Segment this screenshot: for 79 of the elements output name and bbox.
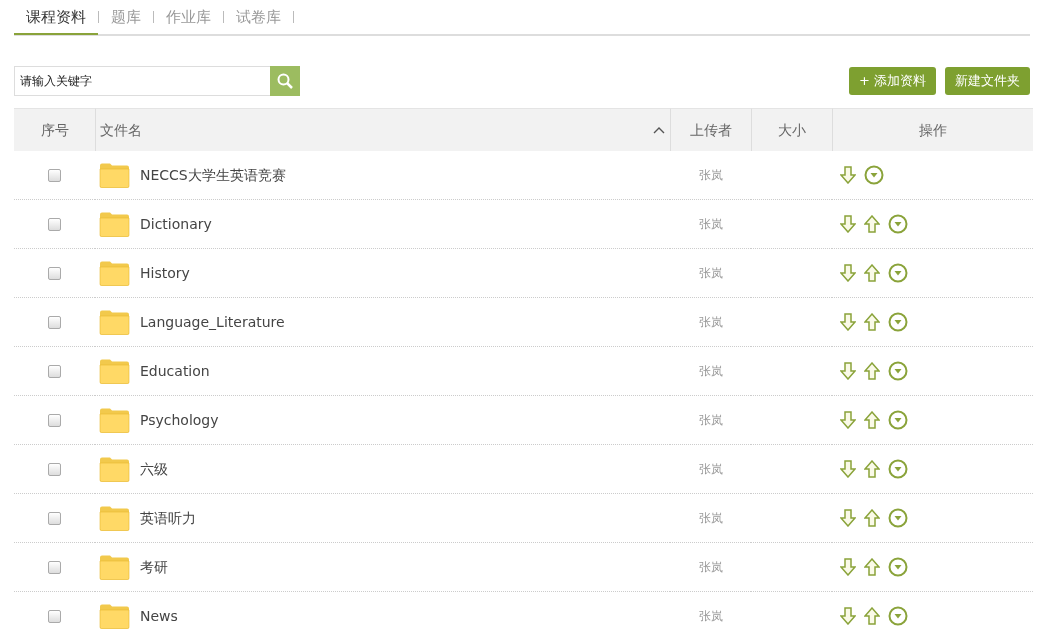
up-arrow-icon[interactable] bbox=[864, 264, 880, 282]
down-arrow-icon[interactable] bbox=[840, 509, 856, 527]
checkbox[interactable] bbox=[48, 364, 61, 378]
folder-icon bbox=[99, 554, 130, 580]
dropdown-circle-icon[interactable] bbox=[888, 557, 908, 577]
folder-name[interactable]: News bbox=[140, 605, 178, 627]
uploader-name: 张岚 bbox=[698, 412, 723, 429]
down-arrow-icon[interactable] bbox=[840, 264, 856, 282]
folder-icon bbox=[99, 211, 130, 237]
checkbox[interactable] bbox=[48, 560, 61, 574]
checkbox[interactable] bbox=[48, 511, 61, 525]
dropdown-circle-icon[interactable] bbox=[888, 459, 908, 479]
folder-icon bbox=[99, 162, 130, 188]
dropdown-circle-icon[interactable] bbox=[888, 263, 908, 283]
checkbox[interactable] bbox=[48, 168, 61, 182]
folder-icon bbox=[99, 456, 130, 482]
down-arrow-icon[interactable] bbox=[840, 558, 856, 576]
up-arrow-icon[interactable] bbox=[864, 558, 880, 576]
folder-icon bbox=[99, 603, 130, 629]
folder-icon bbox=[99, 358, 130, 384]
down-arrow-icon[interactable] bbox=[840, 166, 856, 184]
uploader-name: 张岚 bbox=[698, 167, 723, 184]
column-header: 上传者 bbox=[670, 108, 751, 151]
uploader-name: 张岚 bbox=[698, 510, 723, 527]
folder-name[interactable]: 六级 bbox=[140, 458, 168, 480]
tab[interactable]: 课程资料 bbox=[14, 1, 98, 35]
dropdown-circle-icon[interactable] bbox=[888, 214, 908, 234]
folder-icon bbox=[99, 309, 130, 335]
search-button[interactable] bbox=[270, 66, 300, 96]
dropdown-circle-icon[interactable] bbox=[888, 606, 908, 626]
search-field[interactable]: 请输入关键字 bbox=[14, 66, 270, 96]
folder-name[interactable]: Dictionary bbox=[140, 213, 212, 235]
sort-chevron-icon[interactable] bbox=[652, 125, 666, 135]
down-arrow-icon[interactable] bbox=[840, 362, 856, 380]
search-icon bbox=[277, 73, 293, 89]
folder-name[interactable]: 考研 bbox=[140, 556, 168, 578]
down-arrow-icon[interactable] bbox=[840, 313, 856, 331]
uploader-name: 张岚 bbox=[698, 314, 723, 331]
column-header: 大小 bbox=[751, 108, 832, 151]
down-arrow-icon[interactable] bbox=[840, 411, 856, 429]
checkbox[interactable] bbox=[48, 462, 61, 476]
folder-name[interactable]: History bbox=[140, 262, 190, 284]
up-arrow-icon[interactable] bbox=[864, 215, 880, 233]
up-arrow-icon[interactable] bbox=[864, 362, 880, 380]
down-arrow-icon[interactable] bbox=[840, 460, 856, 478]
folder-name[interactable]: NECCS大学生英语竞赛 bbox=[140, 164, 286, 186]
column-header: 序号 bbox=[14, 108, 95, 151]
folder-name[interactable]: 英语听力 bbox=[140, 507, 196, 529]
checkbox[interactable] bbox=[48, 217, 61, 231]
checkbox[interactable] bbox=[48, 413, 61, 427]
column-header: 操作 bbox=[832, 108, 1033, 151]
uploader-name: 张岚 bbox=[698, 559, 723, 576]
dropdown-circle-icon[interactable] bbox=[888, 312, 908, 332]
folder-name[interactable]: Language_Literature bbox=[140, 311, 285, 333]
checkbox[interactable] bbox=[48, 315, 61, 329]
uploader-name: 张岚 bbox=[698, 265, 723, 282]
folder-name[interactable]: Education bbox=[140, 360, 210, 382]
up-arrow-icon[interactable] bbox=[864, 460, 880, 478]
up-arrow-icon[interactable] bbox=[864, 607, 880, 625]
dropdown-circle-icon[interactable] bbox=[888, 410, 908, 430]
up-arrow-icon[interactable] bbox=[864, 313, 880, 331]
dropdown-circle-icon[interactable] bbox=[888, 361, 908, 381]
folder-icon bbox=[99, 260, 130, 286]
folder-name[interactable]: Psychology bbox=[140, 409, 219, 431]
down-arrow-icon[interactable] bbox=[840, 215, 856, 233]
up-arrow-icon[interactable] bbox=[864, 509, 880, 527]
down-arrow-icon[interactable] bbox=[840, 607, 856, 625]
uploader-name: 张岚 bbox=[698, 216, 723, 233]
folder-icon bbox=[99, 407, 130, 433]
checkbox[interactable] bbox=[48, 609, 61, 623]
dropdown-circle-icon[interactable] bbox=[864, 165, 884, 185]
column-header[interactable]: 文件名 bbox=[100, 119, 142, 141]
uploader-name: 张岚 bbox=[698, 363, 723, 380]
up-arrow-icon[interactable] bbox=[864, 411, 880, 429]
uploader-name: 张岚 bbox=[698, 608, 723, 625]
dropdown-circle-icon[interactable] bbox=[888, 508, 908, 528]
folder-icon bbox=[99, 505, 130, 531]
checkbox[interactable] bbox=[48, 266, 61, 280]
uploader-name: 张岚 bbox=[698, 461, 723, 478]
